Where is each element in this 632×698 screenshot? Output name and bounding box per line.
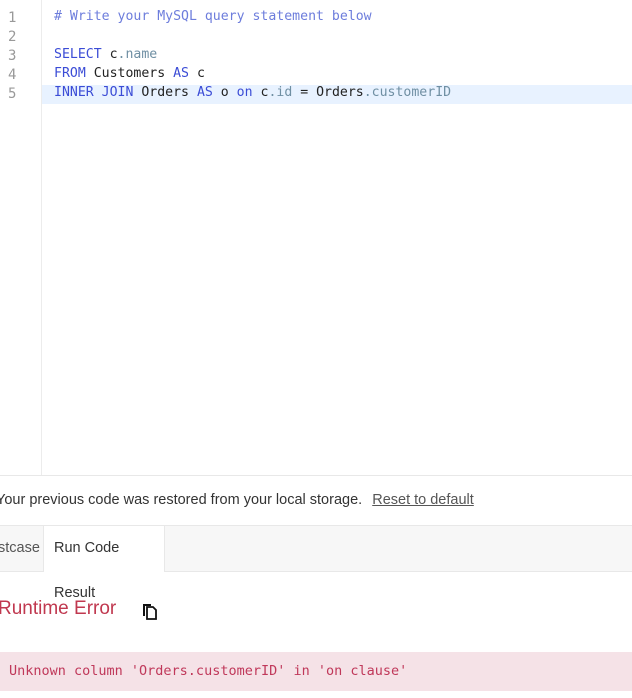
restore-notice: Your previous code was restored from you…: [0, 492, 474, 508]
code-line[interactable]: FROM Customers AS c: [42, 66, 632, 85]
code-token: c: [252, 85, 269, 100]
code-token: .customerID: [363, 85, 452, 100]
line-number: 4: [8, 67, 17, 83]
tab-run-code-result[interactable]: Run Code Result: [43, 526, 165, 601]
code-token: AS: [173, 66, 189, 81]
restore-notice-text: Your previous code was restored from you…: [0, 492, 363, 508]
code-token: AS: [196, 85, 213, 100]
code-token: c: [189, 66, 205, 81]
code-line[interactable]: INNER JOIN Orders AS o on c.id = Orders.…: [42, 85, 632, 104]
reset-to-default-link[interactable]: Reset to default: [372, 492, 474, 508]
code-token: INNER JOIN: [54, 85, 134, 100]
error-message-box: Unknown column 'Orders.customerID' in 'o…: [0, 652, 632, 691]
code-token: = Orders: [292, 85, 364, 100]
copy-icon[interactable]: [140, 602, 158, 620]
line-number-gutter: 1 2 3 4 5: [0, 0, 42, 475]
code-token: c: [101, 47, 118, 62]
code-token: Customers: [85, 66, 174, 81]
line-number: 3: [8, 48, 17, 64]
code-token: o: [212, 85, 237, 100]
result-tabs: stcase Run Code Result: [0, 525, 632, 601]
tab-testcase[interactable]: stcase: [0, 526, 40, 571]
code-token: .name: [117, 47, 158, 62]
line-number: 1: [8, 10, 17, 26]
code-line[interactable]: [42, 28, 632, 47]
code-token: SELECT: [54, 47, 102, 62]
line-number: 2: [8, 29, 17, 45]
code-token: FROM: [54, 66, 86, 81]
code-line[interactable]: SELECT c.name: [42, 47, 632, 66]
code-token: Orders: [133, 85, 197, 100]
runtime-error-title: Runtime Error: [0, 598, 117, 619]
code-token: .id: [268, 85, 293, 100]
code-token: on: [236, 85, 253, 100]
error-message: Unknown column 'Orders.customerID' in 'o…: [9, 663, 408, 679]
code-token: # Write your MySQL query statement below: [54, 9, 372, 24]
code-line[interactable]: # Write your MySQL query statement below: [42, 9, 632, 28]
code-editor[interactable]: 1 2 3 4 5 # Write your MySQL query statement…: [0, 0, 632, 476]
line-number: 5: [8, 86, 17, 102]
